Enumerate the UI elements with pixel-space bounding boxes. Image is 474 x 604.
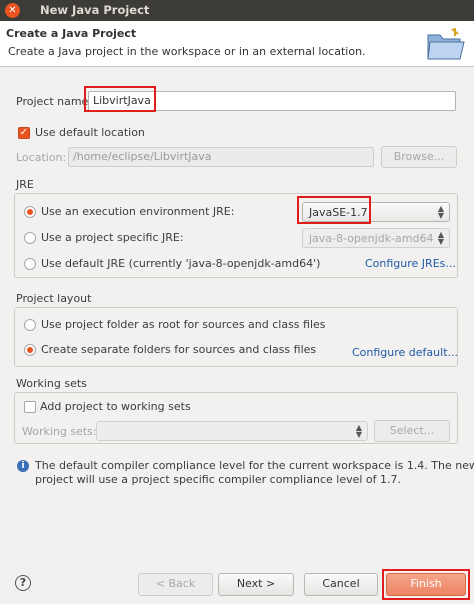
chevron-updown-icon: ▲ ▼ (437, 230, 444, 246)
configure-default-link[interactable]: Configure default... (352, 346, 458, 359)
chevron-updown-icon: ▲ ▼ (437, 204, 444, 220)
close-icon[interactable]: ✕ (5, 3, 20, 18)
java-project-folder-icon (427, 28, 465, 60)
help-icon[interactable]: ? (15, 575, 31, 591)
info-icon: i (17, 460, 29, 472)
jre-default-radio[interactable] (24, 258, 36, 270)
configure-jres-link[interactable]: Configure JREs... (365, 257, 456, 270)
window-title: New Java Project (40, 3, 150, 17)
wizard-message: Create a Java project in the workspace o… (8, 45, 366, 58)
use-default-location-checkbox[interactable]: ✓ (18, 127, 30, 139)
window-titlebar: ✕ New Java Project (0, 0, 474, 21)
use-default-location-label: Use default location (35, 126, 145, 139)
layout-root-radio[interactable] (24, 319, 36, 331)
jre-default-label: Use default JRE (currently 'java-8-openj… (41, 257, 321, 270)
jre-env-highlight (297, 196, 371, 224)
project-specific-jre-select[interactable]: java-8-openjdk-amd64 ▲ ▼ (302, 228, 450, 248)
working-sets-group-title: Working sets (16, 377, 87, 390)
layout-root-label: Use project folder as root for sources a… (41, 318, 326, 331)
wizard-header: Create a Java Project Create a Java proj… (0, 21, 474, 67)
working-sets-select[interactable]: ▲ ▼ (96, 421, 368, 441)
compliance-info-line2: project will use a project specific comp… (35, 473, 402, 486)
project-name-label: Project name: (16, 95, 93, 108)
finish-highlight (382, 569, 470, 600)
location-label: Location: (16, 151, 67, 164)
cancel-button[interactable]: Cancel (304, 573, 378, 596)
layout-separate-label: Create separate folders for sources and … (41, 343, 317, 356)
project-layout-group-title: Project layout (16, 292, 92, 305)
jre-specific-radio[interactable] (24, 232, 36, 244)
wizard-title: Create a Java Project (6, 27, 137, 40)
chevron-updown-icon: ▲ ▼ (355, 423, 362, 439)
layout-separate-radio[interactable] (24, 344, 36, 356)
project-specific-jre-value: java-8-openjdk-amd64 (309, 232, 434, 245)
add-to-working-sets-checkbox[interactable] (24, 401, 36, 413)
next-button[interactable]: Next > (218, 573, 294, 596)
working-sets-label: Working sets: (22, 425, 97, 438)
location-field[interactable]: /home/eclipse/LibvirtJava (68, 147, 374, 167)
select-working-sets-button[interactable]: Select... (374, 420, 450, 442)
browse-button[interactable]: Browse... (381, 146, 457, 168)
jre-specific-label: Use a project specific JRE: (41, 231, 184, 244)
jre-env-label: Use an execution environment JRE: (41, 205, 235, 218)
back-button[interactable]: < Back (138, 573, 213, 596)
compliance-info-line1: The default compiler compliance level fo… (35, 459, 474, 472)
add-to-working-sets-label: Add project to working sets (40, 400, 191, 413)
jre-env-radio[interactable] (24, 206, 36, 218)
project-name-highlight (84, 86, 156, 112)
jre-group-title: JRE (16, 178, 34, 191)
